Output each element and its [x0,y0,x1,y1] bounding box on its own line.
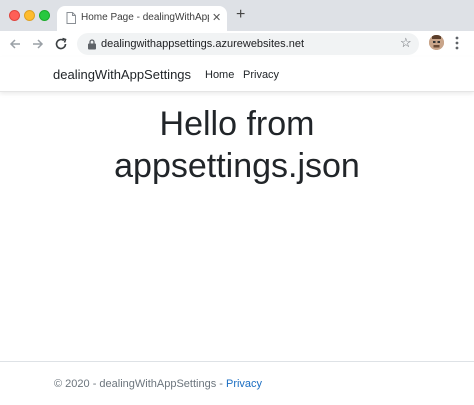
footer: © 2020 - dealingWithAppSettings - Privac… [54,377,262,391]
back-arrow-icon[interactable] [8,37,22,51]
nav-privacy-link[interactable]: Privacy [243,68,279,82]
browser-tab[interactable]: Home Page - dealingWithAppS ✕ [57,6,227,31]
heading-line-1: Hello from [159,105,315,143]
footer-copyright: © 2020 - dealingWithAppSettings - [54,378,226,390]
browser-toolbar: dealingwithappsettings.azurewebsites.net… [0,31,474,58]
lock-icon[interactable] [87,39,97,50]
reload-icon[interactable] [54,37,68,51]
footer-privacy-link[interactable]: Privacy [226,378,262,390]
tab-strip: Home Page - dealingWithAppS ✕ + [0,0,474,31]
minimize-window-button[interactable] [24,10,35,21]
address-bar[interactable]: dealingwithappsettings.azurewebsites.net [77,33,419,55]
close-window-button[interactable] [9,10,20,21]
close-tab-icon[interactable]: ✕ [212,11,221,25]
url-text[interactable]: dealingwithappsettings.azurewebsites.net [101,37,304,51]
browser-menu-icon[interactable] [455,35,459,51]
new-tab-button[interactable]: + [236,6,245,24]
footer-divider [0,361,474,362]
page-heading: Hello from appsettings.json [0,103,474,187]
page-icon [66,12,76,24]
brand-link[interactable]: dealingWithAppSettings [53,67,191,83]
heading-line-2: appsettings.json [114,147,360,185]
bookmark-star-icon[interactable]: ☆ [400,35,412,51]
nav-home-link[interactable]: Home [205,68,234,82]
site-navbar: dealingWithAppSettings Home Privacy [0,57,474,92]
forward-arrow-icon[interactable] [31,37,45,51]
tab-title: Home Page - dealingWithAppS [81,12,209,23]
maximize-window-button[interactable] [39,10,50,21]
profile-avatar[interactable] [429,35,444,50]
